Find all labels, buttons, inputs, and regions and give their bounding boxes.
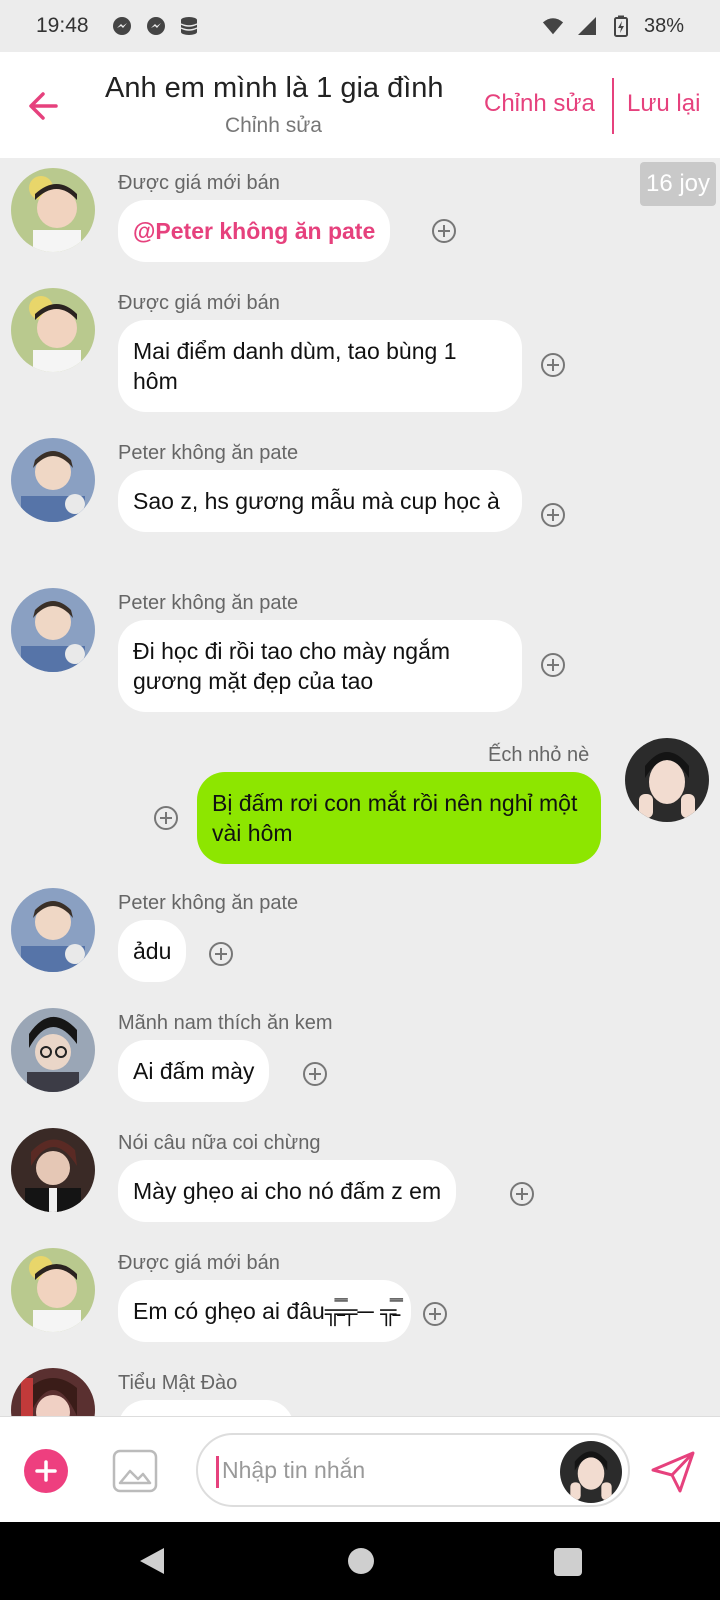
system-nav-bar (0, 1522, 720, 1600)
add-reaction-icon[interactable] (540, 502, 566, 528)
add-reaction-icon[interactable] (509, 1181, 535, 1207)
add-reaction-icon[interactable] (431, 218, 457, 244)
status-time: 19:48 (36, 14, 89, 37)
avatar[interactable] (11, 1008, 95, 1092)
triangle-back-icon (140, 1548, 164, 1574)
add-reaction-icon[interactable] (153, 805, 179, 831)
avatar[interactable] (11, 1248, 95, 1332)
add-reaction-icon[interactable] (208, 941, 234, 967)
sender-name: Được giá mới bán (118, 292, 280, 314)
my-message-bubble[interactable]: Bị đấm rơi con mắt rồi nên nghỉ một vài … (197, 772, 601, 864)
avatar[interactable] (11, 168, 95, 252)
composer: Nhập tin nhắn (0, 1416, 720, 1522)
sender-name: Nói câu nữa coi chừng (118, 1132, 321, 1154)
arrow-left-icon (29, 92, 58, 120)
message-bubble[interactable]: @Peter không ăn pate (118, 200, 391, 262)
sender-name: Peter không ăn pate (118, 592, 299, 614)
status-icons-left (111, 15, 201, 37)
avatar[interactable] (11, 288, 95, 372)
add-reaction-icon[interactable] (302, 1061, 328, 1087)
avatar[interactable] (11, 438, 95, 522)
my-avatar[interactable] (625, 738, 709, 822)
signal-icon (576, 15, 598, 37)
chat-header: Anh em mình là 1 gia đình Chỉnh sửa Chỉn… (0, 52, 720, 158)
battery-charging-icon (610, 15, 632, 37)
page-title: Anh em mình là 1 gia đình (105, 72, 444, 104)
add-attachment-button[interactable] (24, 1449, 68, 1493)
edit-button[interactable]: Chỉnh sửa (484, 90, 595, 118)
sender-name: Được giá mới bán (118, 1252, 280, 1274)
save-button[interactable]: Lưu lại (627, 90, 700, 118)
sender-name: Mãnh nam thích ăn kem (118, 1012, 333, 1034)
message-bubble[interactable]: ảdu (118, 920, 187, 982)
send-button[interactable] (650, 1449, 696, 1495)
image-button[interactable] (112, 1449, 158, 1493)
add-reaction-icon[interactable] (422, 1301, 448, 1327)
add-reaction-icon[interactable] (540, 352, 566, 378)
messenger-icon (111, 15, 133, 37)
message-bubble[interactable] (118, 1400, 294, 1416)
send-icon (651, 1451, 695, 1493)
nav-home-button[interactable] (348, 1548, 374, 1574)
add-reaction-icon[interactable] (540, 652, 566, 678)
sender-name: Peter không ăn pate (118, 892, 299, 914)
message-bubble[interactable]: Mai điểm danh dùm, tao bùng 1 hôm (118, 320, 522, 412)
database-icon (179, 15, 201, 37)
messenger-icon (145, 15, 167, 37)
nav-back-button[interactable] (138, 1546, 166, 1581)
avatar[interactable] (11, 1128, 95, 1212)
text-caret (216, 1456, 219, 1488)
message-bubble[interactable]: Ai đấm mày (118, 1040, 270, 1102)
avatar[interactable] (11, 588, 95, 672)
message-bubble[interactable]: Đi học đi rồi tao cho mày ngắm gương mặt… (118, 620, 522, 712)
status-bar: 19:48 38% (0, 0, 720, 52)
message-input-placeholder: Nhập tin nhắn (222, 1457, 366, 1483)
battery-percent: 38% (643, 14, 684, 37)
plus-icon (35, 1460, 57, 1482)
header-divider (612, 78, 614, 134)
sender-name: Được giá mới bán (118, 172, 280, 194)
sender-name: Peter không ăn pate (118, 442, 299, 464)
avatar[interactable] (11, 888, 95, 972)
back-button[interactable] (24, 86, 64, 126)
status-icons-right: 38% (542, 15, 684, 38)
avatar[interactable] (11, 1368, 95, 1416)
nav-recents-button[interactable] (554, 1548, 582, 1576)
sender-name: Ếch nhỏ nè (488, 744, 590, 766)
message-bubble[interactable]: Em có ghẹo ai đâu╦̵̵̿╤─ ╦̵̵̿ (118, 1280, 412, 1342)
message-list[interactable]: 16 joy Được giá mới bán @Peter không ăn … (0, 158, 720, 1416)
sticker-avatar-button[interactable] (560, 1441, 622, 1503)
message-bubble[interactable]: Sao z, hs gương mẫu mà cup học à (118, 470, 522, 532)
page-subtitle[interactable]: Chỉnh sửa (225, 114, 322, 138)
message-bubble[interactable]: Mày ghẹo ai cho nó đấm z em (118, 1160, 457, 1222)
message-input[interactable]: Nhập tin nhắn (196, 1433, 630, 1507)
image-icon (112, 1449, 158, 1493)
wifi-icon (542, 15, 564, 37)
unread-counter: 16 joy (640, 162, 716, 206)
sender-name: Tiểu Mật Đào (118, 1372, 238, 1394)
